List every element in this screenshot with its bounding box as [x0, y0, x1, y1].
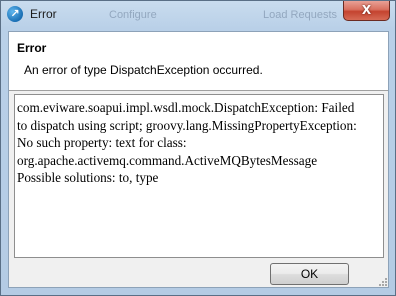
dialog-body: Error An error of type DispatchException… — [8, 31, 389, 288]
error-details-textarea[interactable]: com.eviware.soapui.impl.wsdl.mock.Dispat… — [14, 94, 384, 258]
dialog-header: Error An error of type DispatchException… — [9, 32, 388, 91]
details-line: Possible solutions: to, type — [17, 170, 159, 185]
window-title: Error — [30, 7, 57, 21]
soapui-logo-icon: ↗ — [7, 6, 23, 22]
close-button[interactable]: X — [343, 1, 390, 21]
header-message: An error of type DispatchException occur… — [24, 63, 263, 77]
resize-grip-icon[interactable] — [377, 276, 387, 286]
title-bar[interactable]: ↗ Error Configure Load Requests X — [1, 1, 395, 29]
error-dialog-window: ↗ Error Configure Load Requests X Error … — [0, 0, 396, 296]
details-line: com.eviware.soapui.impl.wsdl.mock.Dispat… — [17, 100, 355, 115]
background-window-text: Configure — [109, 9, 157, 21]
close-icon: X — [361, 3, 372, 17]
background-window-text: Load Requests — [263, 9, 337, 21]
details-line: to dispatch using script; groovy.lang.Mi… — [17, 117, 357, 133]
details-line: org.apache.activemq.command.ActiveMQByte… — [17, 152, 318, 168]
details-line: No such property: text for class: — [17, 135, 187, 150]
header-title: Error — [17, 41, 47, 55]
ok-button[interactable]: OK — [270, 263, 349, 285]
